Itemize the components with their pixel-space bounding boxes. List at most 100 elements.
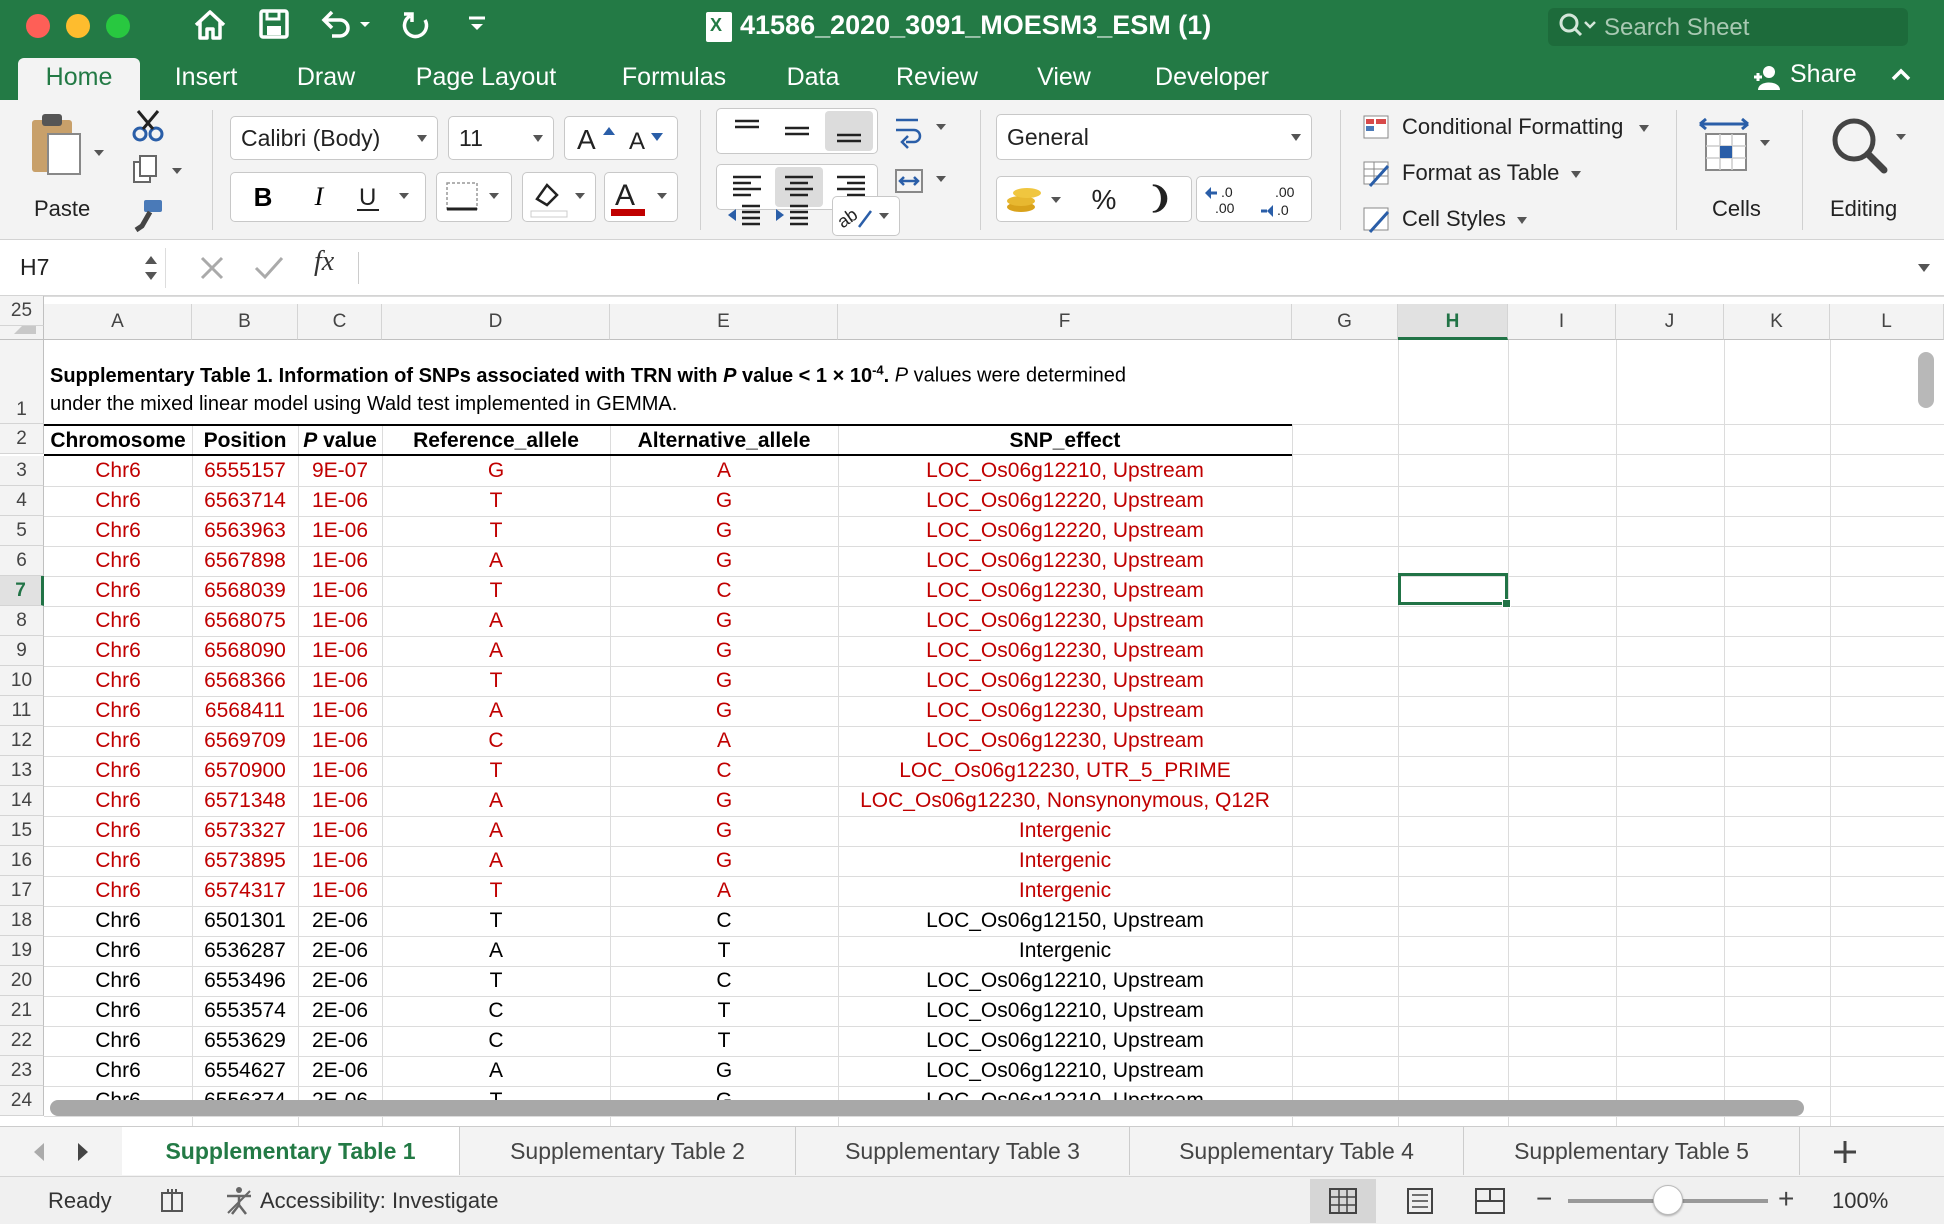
cell-reference-allele[interactable]: A bbox=[382, 696, 610, 726]
cell-chromosome[interactable]: Chr6 bbox=[44, 936, 192, 966]
paste-button[interactable]: Paste bbox=[20, 110, 110, 221]
header-position[interactable]: Position bbox=[192, 426, 298, 456]
increase-decimal-icon[interactable]: .0.00 bbox=[1201, 181, 1253, 219]
format-painter-icon[interactable] bbox=[130, 198, 166, 234]
row-header-9[interactable]: 9 bbox=[0, 636, 44, 666]
cell-reference-allele[interactable]: T bbox=[382, 876, 610, 906]
cell-snp-effect[interactable]: LOC_Os06g12210, Upstream bbox=[838, 966, 1292, 996]
cell-position[interactable]: 6574317 bbox=[192, 876, 298, 906]
cell-p-value[interactable]: 1E-06 bbox=[298, 876, 382, 906]
percent-style-icon[interactable]: % bbox=[1079, 181, 1129, 219]
cell-position[interactable]: 6568075 bbox=[192, 606, 298, 636]
column-header-k[interactable]: K bbox=[1724, 304, 1830, 340]
align-middle-icon[interactable] bbox=[775, 113, 819, 149]
tab-draw[interactable]: Draw bbox=[276, 58, 376, 100]
row-header-4[interactable]: 4 bbox=[0, 486, 44, 516]
row-header-17[interactable]: 17 bbox=[0, 876, 44, 906]
row-header-18[interactable]: 18 bbox=[0, 906, 44, 936]
cell-position[interactable]: 6573895 bbox=[192, 846, 298, 876]
align-bottom-icon[interactable] bbox=[825, 111, 873, 151]
cell-reference-allele[interactable]: A bbox=[382, 606, 610, 636]
tab-data[interactable]: Data bbox=[768, 58, 858, 100]
cell-chromosome[interactable]: Chr6 bbox=[44, 966, 192, 996]
cell-position[interactable]: 6570900 bbox=[192, 756, 298, 786]
cell-chromosome[interactable]: Chr6 bbox=[44, 456, 192, 486]
cell-snp-effect[interactable]: LOC_Os06g12210, Upstream bbox=[838, 996, 1292, 1026]
cell-reference-allele[interactable]: T bbox=[382, 756, 610, 786]
accounting-format-icon[interactable] bbox=[1003, 181, 1073, 219]
cell-position[interactable]: 6568411 bbox=[192, 696, 298, 726]
row-header-16[interactable]: 16 bbox=[0, 846, 44, 876]
cell-chromosome[interactable]: Chr6 bbox=[44, 756, 192, 786]
cell-alternative-allele[interactable]: C bbox=[610, 966, 838, 996]
selected-cell-h7[interactable] bbox=[1398, 573, 1511, 608]
cell-snp-effect[interactable]: Intergenic bbox=[838, 816, 1292, 846]
cell-snp-effect[interactable]: Intergenic bbox=[838, 846, 1292, 876]
cell-alternative-allele[interactable]: G bbox=[610, 546, 838, 576]
cell-snp-effect[interactable]: Intergenic bbox=[838, 876, 1292, 906]
column-header-d[interactable]: D bbox=[382, 304, 610, 340]
zoom-out-icon[interactable]: − bbox=[1536, 1185, 1560, 1215]
sheet-tab-1[interactable]: Supplementary Table 1 bbox=[122, 1127, 460, 1175]
row-header-8[interactable]: 8 bbox=[0, 606, 44, 636]
cell-alternative-allele[interactable]: T bbox=[610, 1026, 838, 1056]
cell-chromosome[interactable]: Chr6 bbox=[44, 666, 192, 696]
cancel-formula-icon[interactable] bbox=[196, 252, 228, 284]
cell-position[interactable]: 6569709 bbox=[192, 726, 298, 756]
expand-formula-bar-icon[interactable] bbox=[1916, 262, 1932, 276]
cell-alternative-allele[interactable]: A bbox=[610, 726, 838, 756]
cell-chromosome[interactable]: Chr6 bbox=[44, 516, 192, 546]
cell-reference-allele[interactable]: C bbox=[382, 1026, 610, 1056]
cell-chromosome[interactable]: Chr6 bbox=[44, 636, 192, 666]
bold-icon[interactable]: B bbox=[239, 177, 287, 217]
row-header-15[interactable]: 15 bbox=[0, 816, 44, 846]
vertical-scrollbar[interactable] bbox=[1918, 352, 1934, 408]
add-sheet-icon[interactable] bbox=[1820, 1133, 1870, 1171]
cell-chromosome[interactable]: Chr6 bbox=[44, 546, 192, 576]
merge-center-icon[interactable] bbox=[892, 162, 956, 202]
format-as-table-button[interactable]: Format as Table bbox=[1358, 156, 1608, 192]
accessibility-icon[interactable] bbox=[222, 1185, 256, 1217]
tab-view[interactable]: View bbox=[1016, 58, 1112, 100]
page-layout-view-icon[interactable] bbox=[1390, 1179, 1450, 1223]
cell-snp-effect[interactable]: LOC_Os06g12210, Upstream bbox=[838, 1026, 1292, 1056]
next-sheet-icon[interactable] bbox=[68, 1137, 98, 1167]
decrease-indent-icon[interactable] bbox=[724, 198, 764, 234]
row-header-23[interactable]: 23 bbox=[0, 1056, 44, 1086]
cell-chromosome[interactable]: Chr6 bbox=[44, 486, 192, 516]
sheet-tab-2[interactable]: Supplementary Table 2 bbox=[460, 1127, 796, 1175]
cell-position[interactable]: 6555157 bbox=[192, 456, 298, 486]
row-header-14[interactable]: 14 bbox=[0, 786, 44, 816]
cell-chromosome[interactable]: Chr6 bbox=[44, 876, 192, 906]
cell-snp-effect[interactable]: Intergenic bbox=[838, 936, 1292, 966]
tab-page-layout[interactable]: Page Layout bbox=[396, 58, 576, 100]
font-name-select[interactable]: Calibri (Body) bbox=[230, 116, 438, 160]
customize-toolbar-icon[interactable] bbox=[462, 8, 492, 44]
tab-developer[interactable]: Developer bbox=[1136, 58, 1288, 100]
column-header-b[interactable]: B bbox=[192, 304, 298, 340]
cell-snp-effect[interactable]: LOC_Os06g12230, Nonsynonymous, Q12R bbox=[838, 786, 1292, 816]
header-chromosome[interactable]: Chromosome bbox=[44, 426, 192, 456]
zoom-in-icon[interactable]: + bbox=[1778, 1185, 1802, 1215]
header-alternative-allele[interactable]: Alternative_allele bbox=[610, 426, 838, 456]
font-size-select[interactable]: 11 bbox=[448, 116, 554, 160]
cell-alternative-allele[interactable]: C bbox=[610, 756, 838, 786]
cell-snp-effect[interactable]: LOC_Os06g12230, Upstream bbox=[838, 606, 1292, 636]
cell-chromosome[interactable]: Chr6 bbox=[44, 906, 192, 936]
comma-style-icon[interactable]: ❩ bbox=[1135, 181, 1185, 219]
cell-position[interactable]: 6568090 bbox=[192, 636, 298, 666]
cell-position[interactable]: 6501301 bbox=[192, 906, 298, 936]
insert-function-icon[interactable]: fx bbox=[314, 246, 354, 286]
fill-handle[interactable] bbox=[1502, 599, 1511, 608]
formula-input[interactable] bbox=[370, 246, 1900, 288]
cell-p-value[interactable]: 1E-06 bbox=[298, 516, 382, 546]
macro-record-icon[interactable] bbox=[158, 1185, 190, 1217]
previous-sheet-icon[interactable] bbox=[24, 1137, 54, 1167]
cell-p-value[interactable]: 2E-06 bbox=[298, 1026, 382, 1056]
cell-position[interactable]: 6563714 bbox=[192, 486, 298, 516]
cell-alternative-allele[interactable]: G bbox=[610, 846, 838, 876]
worksheet-grid[interactable]: ABCDEFGHIJKL 1 2 3 4 5 6 7 8 9 10 11 12 13 14 15 16 17 18… bbox=[0, 296, 1944, 1126]
cell-p-value[interactable]: 1E-06 bbox=[298, 846, 382, 876]
cell-p-value[interactable]: 1E-06 bbox=[298, 816, 382, 846]
name-box[interactable]: H7 bbox=[6, 248, 166, 288]
